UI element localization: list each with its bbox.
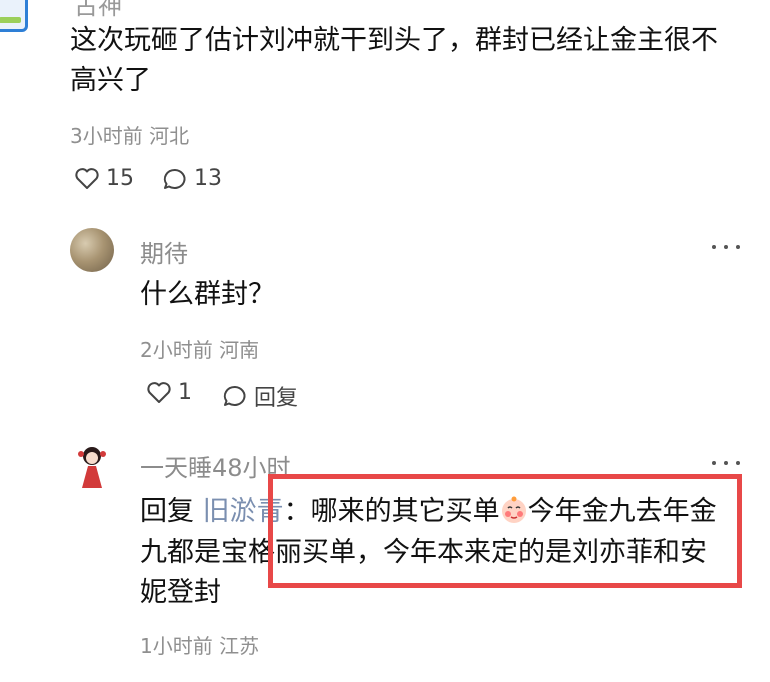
reply1-like-count: 1 [178, 380, 192, 405]
avatar[interactable] [70, 228, 114, 272]
heart-outline-icon [75, 167, 99, 189]
top-comment-reply-button[interactable]: 13 [162, 166, 222, 191]
reply1-username[interactable]: 期待 [140, 234, 188, 269]
reply2-text-line3: 妮登封 [140, 577, 221, 608]
speech-bubble-icon [223, 385, 246, 406]
highlight-box [268, 474, 742, 588]
top-comment-author[interactable]: 古神 [74, 0, 122, 21]
reply1-like-button[interactable]: 1 [146, 380, 192, 405]
avatar[interactable] [68, 442, 116, 490]
reply2-time-location: 1小时前 江苏 [140, 634, 260, 658]
reply1-time-location: 2小时前 河南 [140, 338, 260, 362]
top-comment-time-location: 3小时前 河北 [70, 124, 190, 148]
reply1-text: 什么群封？ [140, 279, 275, 310]
top-comment-like-count: 15 [106, 166, 134, 191]
speech-bubble-icon [163, 168, 186, 189]
top-comment-text-line1: 这次玩砸了估计刘冲就干到头了，群封已经让金主很不 [70, 25, 718, 56]
top-comment-text-line2: 高兴了 [70, 65, 151, 96]
heart-outline-icon [147, 381, 171, 403]
reply1-reply-label: 回复 [254, 386, 299, 411]
reply2-reply-prefix: 回复 [140, 496, 194, 527]
top-comment-like-button[interactable]: 15 [74, 166, 134, 191]
reply1-reply-button[interactable]: 回复 [222, 380, 298, 412]
more-dots-icon[interactable] [712, 458, 740, 468]
more-dots-icon[interactable] [712, 242, 740, 252]
top-comment-avatar[interactable] [0, 0, 28, 32]
top-comment-reply-count: 13 [194, 166, 222, 191]
